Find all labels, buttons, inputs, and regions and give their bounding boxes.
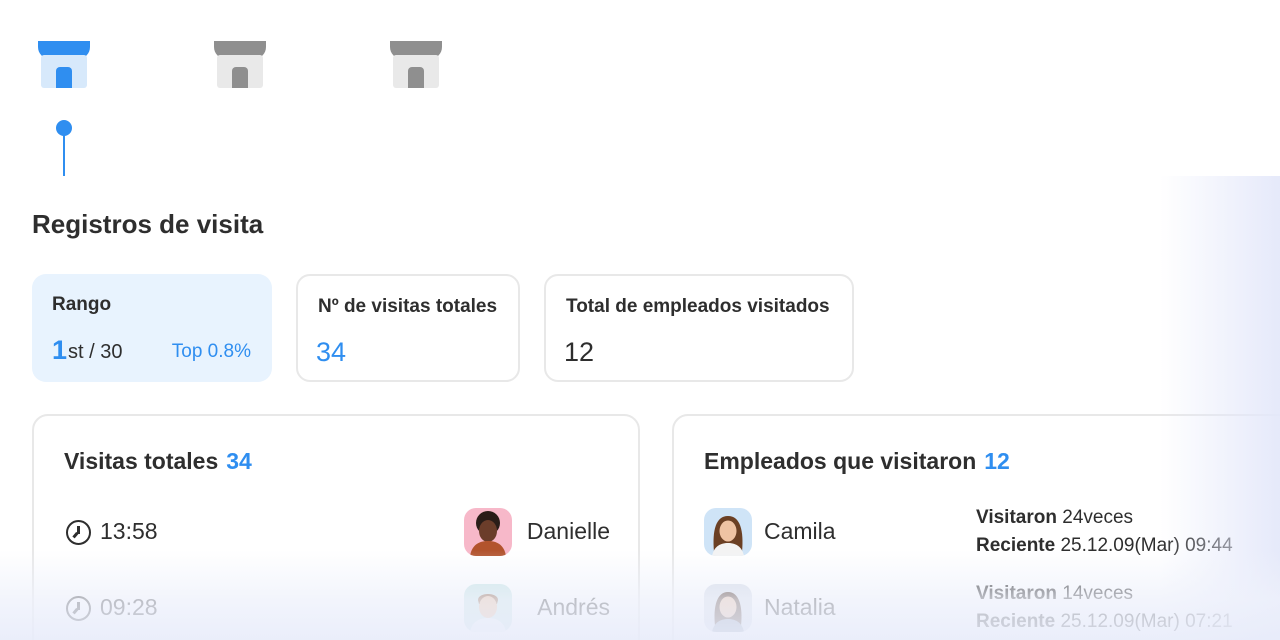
recent-label: Reciente [976,611,1056,632]
recent-value: 25.12.09(Mar) 07:21 [1060,611,1233,632]
rank-suffix: st / 30 [68,341,123,363]
total-visits-panel: Visitas totales 34 13:58 Danielle 09:28 A [32,414,640,640]
rank-top-percent: Top 0.8% [171,341,251,362]
visit-row[interactable]: 13:58 Danielle [66,508,610,556]
employees-panel-title: Empleados que visitaron [704,448,977,474]
visits-value: 14veces [1062,583,1134,604]
employee-name: Natalia [764,594,836,620]
visits-panel-count: 34 [226,448,252,474]
avatar [704,508,752,556]
store-tab-2[interactable] [214,41,266,88]
clock-icon [66,596,91,621]
avatar [464,584,512,632]
employees-visited-value: 12 [564,337,595,367]
employees-visited-label: Total de empleados visitados [566,296,830,317]
recent-label: Reciente [976,535,1056,556]
employee-row[interactable]: Natalia Visitaron 14veces Reciente 25.12… [704,583,1264,634]
total-visits-value: 34 [316,337,347,367]
visits-panel-title: Visitas totales [64,448,219,474]
rank-label: Rango [52,294,112,315]
employee-stats: Visitaron 24veces Reciente 25.12.09(Mar)… [976,504,1233,560]
visits-label: Visitaron [976,583,1057,604]
clock-icon [66,520,91,545]
avatar [704,584,752,632]
employee-name: Camila [764,518,836,544]
recent-value: 25.12.09(Mar) 09:44 [1060,535,1233,556]
store-tab-3[interactable] [390,41,442,88]
store-door [56,67,72,88]
visits-value: 24veces [1062,507,1134,528]
total-visits-label: Nº de visitas totales [318,296,498,317]
active-store-indicator-line [63,134,65,176]
employees-panel-count: 12 [984,448,1010,474]
page-title: Registros de visita [32,209,264,239]
store-tab-1[interactable] [38,41,90,88]
panel-title: Empleados que visitaron 12 [704,448,1010,475]
employees-visited-card: Total de empleados visitados 12 [544,274,854,382]
store-door [232,67,248,88]
employees-visited-panel: Empleados que visitaron 12 Camila Visitar… [672,414,1280,640]
employee-row[interactable]: Camila Visitaron 24veces Reciente 25.12.… [704,507,1264,558]
avatar [464,508,512,556]
store-door [408,67,424,88]
visit-time: 13:58 [100,518,158,544]
visitor-name: Andrés [537,594,610,620]
rank-card: Rango 1 st / 30 Top 0.8% [32,274,272,382]
visit-time: 09:28 [100,594,158,620]
visit-row[interactable]: 09:28 Andrés [66,584,610,632]
total-visits-card: Nº de visitas totales 34 [296,274,520,382]
visits-label: Visitaron [976,507,1057,528]
rank-position: 1 [52,335,68,365]
visitor-name: Danielle [526,518,610,544]
employee-stats: Visitaron 14veces Reciente 25.12.09(Mar)… [976,580,1233,636]
panel-title: Visitas totales 34 [64,448,252,475]
